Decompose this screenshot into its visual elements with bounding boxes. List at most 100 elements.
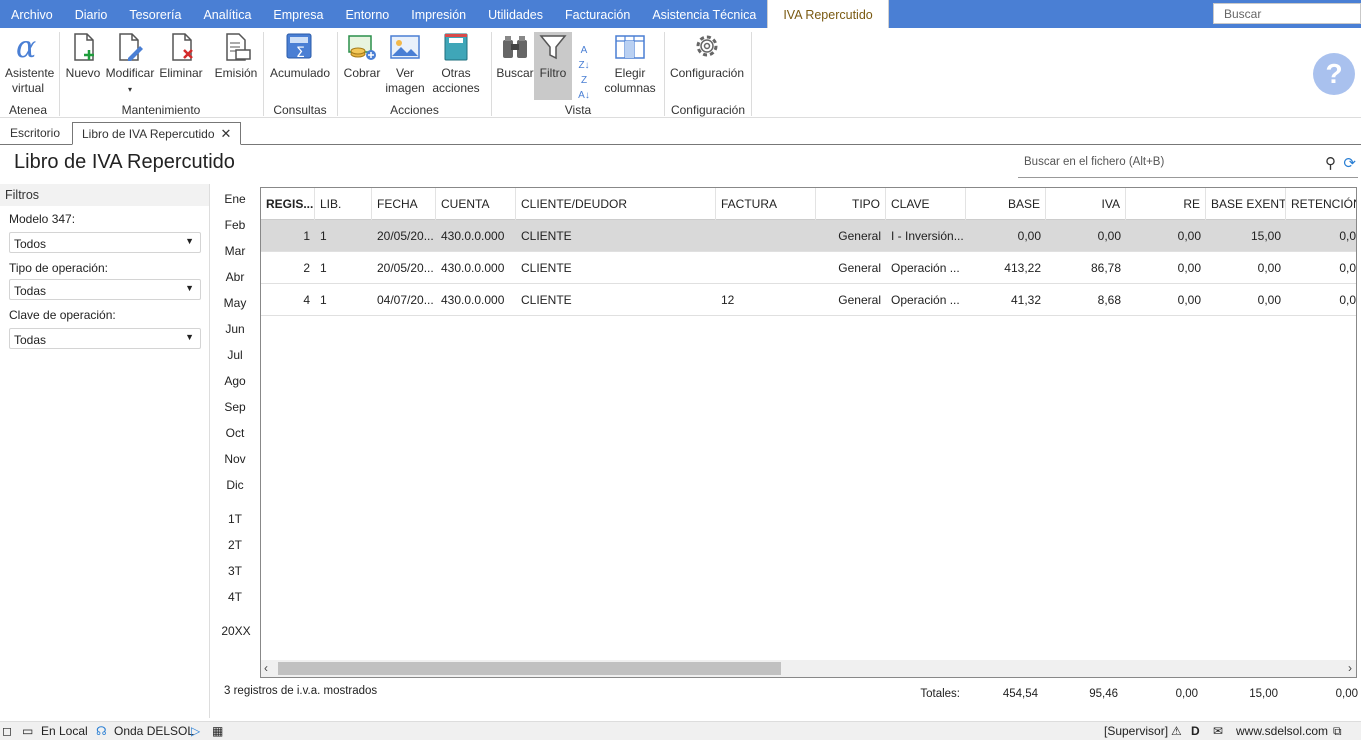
col-libro[interactable]: LIB.: [315, 188, 372, 220]
menu-diario[interactable]: Diario: [64, 0, 119, 28]
delsol-d-icon[interactable]: D: [1191, 724, 1200, 738]
month-sep[interactable]: Sep: [218, 400, 252, 414]
cell-tipo: General: [838, 229, 881, 243]
eliminar-button[interactable]: Eliminar: [158, 32, 204, 81]
col-cuenta[interactable]: CUENTA: [436, 188, 516, 220]
quarter-4t[interactable]: 4T: [218, 590, 252, 604]
tipo-operacion-select[interactable]: Todas ▼: [9, 279, 201, 300]
col-clave[interactable]: CLAVE: [886, 188, 966, 220]
acumulado-label: Acumulado: [269, 66, 331, 80]
menu-asistencia-tecnica[interactable]: Asistencia Técnica: [641, 0, 767, 28]
menu-impresion[interactable]: Impresión: [400, 0, 477, 28]
otras-acciones-button[interactable]: Otras acciones: [428, 32, 484, 96]
horizontal-scrollbar[interactable]: ‹ ›: [261, 660, 1356, 677]
copy-icon[interactable]: ◻: [2, 724, 12, 738]
buscar-button[interactable]: Buscar: [496, 32, 534, 81]
cobrar-label: Cobrar: [343, 66, 381, 80]
status-web[interactable]: www.sdelsol.com: [1236, 724, 1328, 738]
year-selector[interactable]: 20XX: [219, 624, 253, 638]
play-icon[interactable]: ▷: [191, 724, 200, 738]
cell-registro: 1: [303, 229, 310, 243]
month-ene[interactable]: Ene: [218, 192, 252, 206]
refresh-icon[interactable]: ⟳: [1343, 154, 1356, 172]
cell-registro: 4: [303, 293, 310, 307]
month-jun[interactable]: Jun: [218, 322, 252, 336]
month-ago[interactable]: Ago: [218, 374, 252, 388]
grid-icon[interactable]: ▦: [212, 724, 223, 738]
menu-empresa[interactable]: Empresa: [262, 0, 334, 28]
filtro-button[interactable]: Filtro: [534, 32, 572, 100]
col-base-exenta[interactable]: BASE EXENTA: [1206, 188, 1286, 220]
menu-tesoreria[interactable]: Tesorería: [118, 0, 192, 28]
close-icon[interactable]: ✕: [221, 126, 232, 141]
col-base[interactable]: BASE: [966, 188, 1046, 220]
status-local: En Local: [41, 724, 88, 738]
tipo-operacion-label: Tipo de operación:: [9, 261, 108, 275]
month-nov[interactable]: Nov: [218, 452, 252, 466]
warning-icon[interactable]: ⚠: [1171, 724, 1182, 738]
group-label-atenea: Atenea: [8, 103, 48, 117]
modelo-347-select[interactable]: Todos ▼: [9, 232, 201, 253]
col-tipo[interactable]: TIPO: [816, 188, 886, 220]
elegir-columnas-button[interactable]: Elegir columnas: [604, 32, 656, 96]
col-registro[interactable]: REGIS...: [261, 188, 315, 220]
month-may[interactable]: May: [218, 296, 252, 310]
tab-libro-iva[interactable]: Libro de IVA Repercutido ✕: [72, 122, 242, 145]
emision-button[interactable]: Emisión: [214, 32, 258, 81]
asistente-virtual-button[interactable]: α Asistente virtual: [2, 32, 54, 96]
quarter-3t[interactable]: 3T: [218, 564, 252, 578]
scrollbar-thumb[interactable]: [278, 662, 781, 675]
scroll-right-icon[interactable]: ›: [1348, 661, 1352, 675]
table-row[interactable]: 4 1 04/07/20... 430.0.0.000 CLIENTE 12 G…: [261, 284, 1356, 316]
wifi-icon: ☊: [96, 724, 107, 738]
cobrar-button[interactable]: Cobrar: [342, 32, 382, 81]
month-mar[interactable]: Mar: [218, 244, 252, 258]
search-icon[interactable]: ⚲: [1325, 154, 1336, 172]
acumulado-button[interactable]: Σ Acumulado: [268, 32, 332, 81]
funnel-icon: [539, 35, 567, 60]
col-retencion[interactable]: RETENCIÓN: [1286, 188, 1356, 220]
quarter-1t[interactable]: 1T: [218, 512, 252, 526]
window-icon[interactable]: ⧉: [1333, 724, 1342, 739]
mail-icon[interactable]: ✉: [1213, 724, 1223, 738]
cell-tipo: General: [838, 293, 881, 307]
help-button[interactable]: ?: [1313, 53, 1355, 95]
records-count: 3 registros de i.v.a. mostrados: [224, 685, 378, 697]
table-row[interactable]: 2 1 20/05/20... 430.0.0.000 CLIENTE Gene…: [261, 252, 1356, 284]
svg-text:α: α: [16, 32, 36, 62]
configuracion-button[interactable]: Configuración: [668, 32, 746, 81]
status-onda[interactable]: Onda DELSOL: [114, 724, 194, 738]
file-search-input[interactable]: Buscar en el fichero (Alt+B) ⚲ ⟳: [1018, 151, 1358, 178]
ver-imagen-button[interactable]: Ver imagen: [384, 32, 426, 96]
clave-operacion-select[interactable]: Todas ▼: [9, 328, 201, 349]
month-abr[interactable]: Abr: [218, 270, 252, 284]
month-feb[interactable]: Feb: [218, 218, 252, 232]
table-row[interactable]: 1 1 20/05/20... 430.0.0.000 CLIENTE Gene…: [261, 220, 1356, 252]
month-oct[interactable]: Oct: [218, 426, 252, 440]
nuevo-button[interactable]: Nuevo: [64, 32, 102, 81]
group-label-consultas: Consultas: [273, 103, 327, 117]
sort-az-button[interactable]: A Z↓ Z A↓: [574, 42, 594, 102]
menu-iva-repercutido[interactable]: IVA Repercutido: [767, 0, 889, 28]
menu-archivo[interactable]: Archivo: [0, 0, 64, 28]
cell-cuenta: 430.0.0.000: [441, 261, 505, 275]
menu-analitica[interactable]: Analítica: [192, 0, 262, 28]
col-fecha[interactable]: FECHA: [372, 188, 436, 220]
menu-entorno[interactable]: Entorno: [334, 0, 400, 28]
col-cliente[interactable]: CLIENTE/DEUDOR: [516, 188, 716, 220]
quarter-2t[interactable]: 2T: [218, 538, 252, 552]
menu-utilidades[interactable]: Utilidades: [477, 0, 554, 28]
scroll-left-icon[interactable]: ‹: [264, 661, 268, 675]
col-re[interactable]: RE: [1126, 188, 1206, 220]
month-dic[interactable]: Dic: [218, 478, 252, 492]
col-iva[interactable]: IVA: [1046, 188, 1126, 220]
month-jul[interactable]: Jul: [218, 348, 252, 362]
col-factura[interactable]: FACTURA: [716, 188, 816, 220]
cell-factura: [716, 252, 816, 284]
menu-facturacion[interactable]: Facturación: [554, 0, 641, 28]
top-search-input[interactable]: Buscar: [1213, 3, 1361, 24]
tab-escritorio[interactable]: Escritorio: [1, 122, 69, 145]
elegir-columnas-label: Elegir columnas: [604, 66, 656, 95]
cell-retencion: 0,0: [1339, 229, 1356, 243]
modificar-button[interactable]: Modificar ▾: [104, 32, 156, 97]
